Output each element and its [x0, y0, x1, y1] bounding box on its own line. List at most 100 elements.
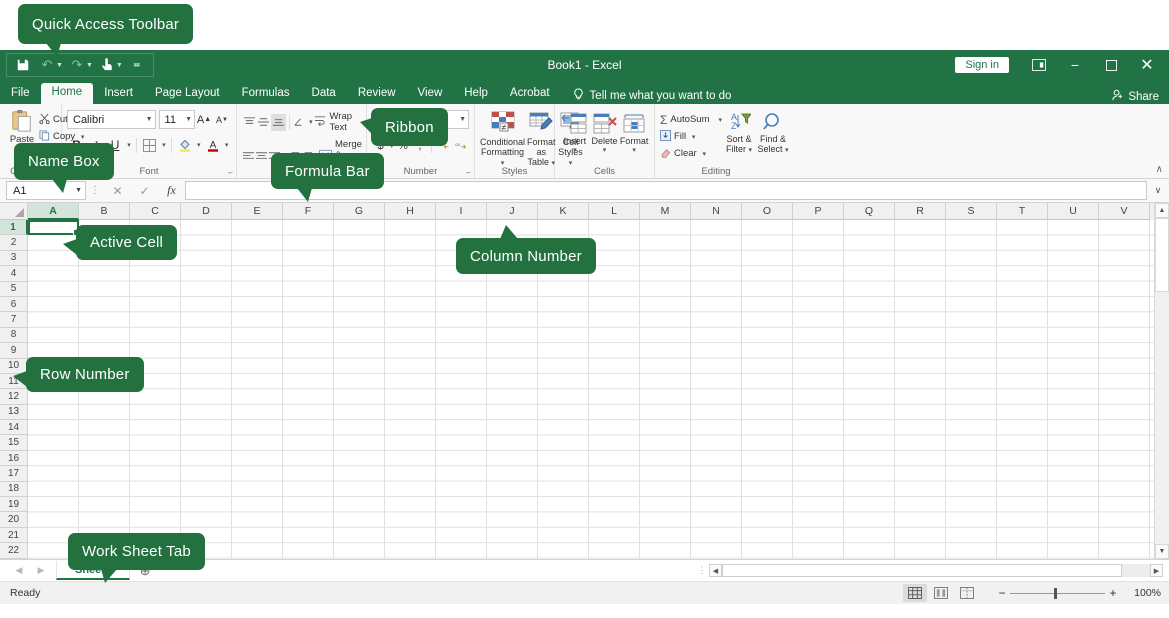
save-icon[interactable]: [11, 54, 35, 76]
column-header-O[interactable]: O: [742, 203, 793, 220]
clear-dropdown-icon[interactable]: ▾: [700, 150, 709, 158]
column-header-F[interactable]: F: [283, 203, 334, 220]
row-header-20[interactable]: 20: [0, 512, 28, 527]
row-header-7[interactable]: 7: [0, 312, 28, 327]
column-header-B[interactable]: B: [79, 203, 130, 220]
decrease-decimal-icon[interactable]: .00: [452, 136, 469, 155]
row-header-17[interactable]: 17: [0, 466, 28, 481]
column-header-G[interactable]: G: [334, 203, 385, 220]
row-header-16[interactable]: 16: [0, 451, 28, 466]
column-header-U[interactable]: U: [1048, 203, 1099, 220]
column-header-H[interactable]: H: [385, 203, 436, 220]
scroll-left-icon[interactable]: ◀: [709, 564, 722, 577]
tab-help[interactable]: Help: [453, 84, 499, 105]
touch-mode-dropdown-icon[interactable]: ▼: [116, 62, 123, 69]
top-align-icon[interactable]: [242, 114, 257, 131]
row-header-3[interactable]: 3: [0, 251, 28, 266]
tab-data[interactable]: Data: [301, 84, 347, 105]
underline-dropdown-icon[interactable]: ▾: [125, 141, 134, 149]
orientation-icon[interactable]: [293, 114, 308, 131]
vertical-scroll-track[interactable]: [1155, 292, 1169, 544]
number-format-dropdown-icon[interactable]: ▼: [459, 116, 466, 123]
row-header-5[interactable]: 5: [0, 282, 28, 297]
zoom-in-button[interactable]: +: [1105, 586, 1121, 600]
delete-dropdown-icon[interactable]: ▾: [600, 146, 609, 154]
row-header-22[interactable]: 22: [0, 543, 28, 558]
tab-view[interactable]: View: [407, 84, 454, 105]
column-header-T[interactable]: T: [997, 203, 1048, 220]
horizontal-scroll-thumb[interactable]: [722, 564, 1122, 577]
customize-qat-icon[interactable]: ≖: [125, 54, 149, 76]
column-header-M[interactable]: M: [640, 203, 691, 220]
increase-font-size-button[interactable]: A▲: [195, 110, 213, 129]
close-icon[interactable]: ✕: [1129, 50, 1165, 80]
zoom-out-button[interactable]: −: [994, 586, 1010, 600]
maximize-icon[interactable]: [1093, 50, 1129, 80]
active-cell-a1[interactable]: [28, 220, 79, 235]
previous-sheet-icon[interactable]: ◀: [8, 565, 30, 576]
wrap-text-button[interactable]: Wrap Text: [314, 111, 361, 133]
format-cells-button[interactable]: Format ▾: [619, 110, 649, 154]
borders-dropdown-icon[interactable]: ▾: [160, 141, 169, 149]
clear-button[interactable]: Clear ▾: [660, 145, 722, 162]
bottom-align-icon[interactable]: [271, 114, 286, 131]
font-size-input[interactable]: 11 ▼: [159, 110, 195, 129]
column-header-L[interactable]: L: [589, 203, 640, 220]
cancel-icon[interactable]: ✕: [104, 181, 131, 200]
tab-insert[interactable]: Insert: [93, 84, 144, 105]
fill-color-icon[interactable]: [175, 135, 194, 155]
row-header-1[interactable]: 1: [0, 220, 28, 235]
row-header-8[interactable]: 8: [0, 328, 28, 343]
conditional-formatting-button[interactable]: ≠ Conditional Formatting ▾: [480, 109, 525, 169]
column-header-V[interactable]: V: [1099, 203, 1150, 220]
font-color-dropdown-icon[interactable]: ▾: [222, 141, 231, 149]
zoom-level-label[interactable]: 100%: [1121, 587, 1161, 599]
page-break-view-icon[interactable]: [955, 584, 979, 602]
share-button[interactable]: Share: [1111, 89, 1169, 104]
scrollbar-resize-handle[interactable]: ⋮: [695, 565, 709, 576]
horizontal-scrollbar[interactable]: ⋮ ◀ ▶: [695, 564, 1169, 577]
enter-icon[interactable]: ✓: [131, 181, 158, 200]
vertical-scroll-thumb[interactable]: [1155, 218, 1169, 292]
number-dialog-launcher[interactable]: ⌐: [466, 168, 471, 177]
fill-dropdown-icon[interactable]: ▾: [689, 133, 698, 141]
find-select-button[interactable]: Find & Select ▾: [756, 110, 790, 162]
minimize-icon[interactable]: −: [1057, 50, 1093, 80]
paste-button[interactable]: Paste: [5, 107, 39, 145]
font-name-dropdown-icon[interactable]: ▼: [146, 116, 153, 123]
zoom-slider-thumb[interactable]: [1054, 588, 1057, 599]
decrease-font-size-button[interactable]: A▼: [213, 110, 231, 129]
orientation-dropdown-icon[interactable]: ▾: [307, 118, 314, 126]
tell-me-box[interactable]: Tell me what you want to do: [573, 88, 732, 104]
undo-dropdown-icon[interactable]: ▼: [56, 62, 63, 69]
collapse-ribbon-icon[interactable]: ∧: [1156, 164, 1163, 175]
insert-dropdown-icon[interactable]: ▾: [570, 146, 579, 154]
expand-formula-bar-icon[interactable]: ∨: [1149, 185, 1167, 196]
font-color-icon[interactable]: A: [203, 135, 222, 155]
find-select-dropdown-icon[interactable]: ▾: [785, 147, 789, 154]
fill-color-dropdown-icon[interactable]: ▾: [194, 141, 203, 149]
format-as-table-button[interactable]: Format as Table ▾: [527, 109, 556, 169]
row-header-21[interactable]: 21: [0, 528, 28, 543]
row-header-18[interactable]: 18: [0, 482, 28, 497]
redo-dropdown-icon[interactable]: ▼: [86, 62, 93, 69]
column-header-K[interactable]: K: [538, 203, 589, 220]
page-layout-view-icon[interactable]: [929, 584, 953, 602]
column-header-A[interactable]: A: [28, 203, 79, 220]
fill-button[interactable]: Fill ▾: [660, 128, 722, 145]
row-header-19[interactable]: 19: [0, 497, 28, 512]
row-header-4[interactable]: 4: [0, 266, 28, 281]
align-center-icon[interactable]: [255, 147, 268, 164]
column-header-Q[interactable]: Q: [844, 203, 895, 220]
align-left-icon[interactable]: [242, 147, 255, 164]
tab-home[interactable]: Home: [41, 83, 94, 105]
column-header-E[interactable]: E: [232, 203, 283, 220]
column-header-S[interactable]: S: [946, 203, 997, 220]
column-header-P[interactable]: P: [793, 203, 844, 220]
scroll-down-icon[interactable]: ▼: [1155, 544, 1169, 559]
autosum-button[interactable]: Σ AutoSum ▾: [660, 111, 722, 128]
scroll-right-icon[interactable]: ▶: [1150, 564, 1163, 577]
column-header-D[interactable]: D: [181, 203, 232, 220]
scroll-up-icon[interactable]: ▲: [1155, 203, 1169, 218]
font-size-dropdown-icon[interactable]: ▼: [185, 116, 192, 123]
